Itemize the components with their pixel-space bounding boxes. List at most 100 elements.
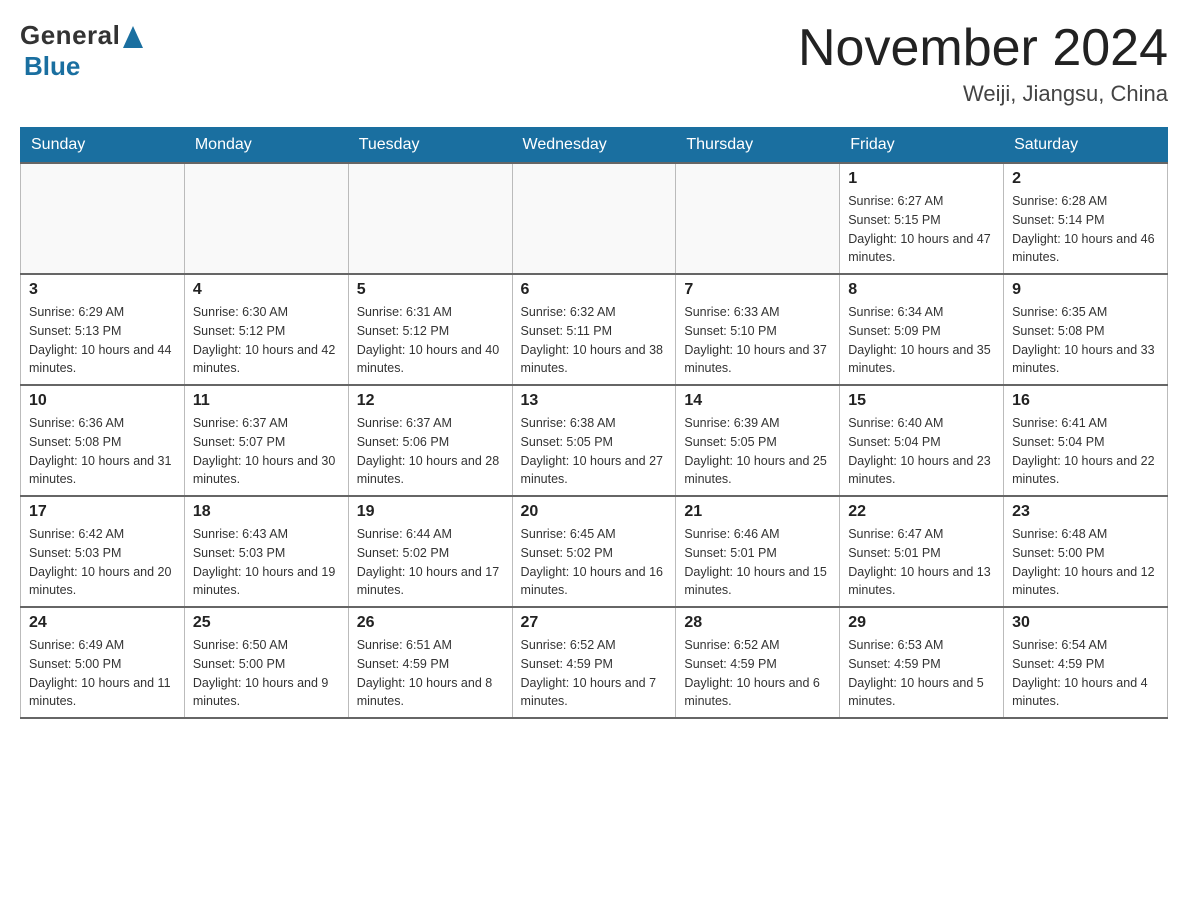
col-header-wednesday: Wednesday <box>512 128 676 164</box>
calendar-cell: 17Sunrise: 6:42 AMSunset: 5:03 PMDayligh… <box>21 496 185 607</box>
day-info: Sunrise: 6:52 AMSunset: 4:59 PMDaylight:… <box>684 636 831 711</box>
day-info: Sunrise: 6:50 AMSunset: 5:00 PMDaylight:… <box>193 636 340 711</box>
calendar-cell: 2 Sunrise: 6:28 AMSunset: 5:14 PMDaylight… <box>1004 163 1168 274</box>
day-info: Sunrise: 6:29 AMSunset: 5:13 PMDaylight:… <box>29 303 176 378</box>
day-number: 26 <box>357 614 504 632</box>
day-info: Sunrise: 6:39 AMSunset: 5:05 PMDaylight:… <box>684 414 831 489</box>
col-header-thursday: Thursday <box>676 128 840 164</box>
day-number: 13 <box>521 392 668 410</box>
day-info: Sunrise: 6:43 AMSunset: 5:03 PMDaylight:… <box>193 525 340 600</box>
day-number: 1 <box>848 170 995 188</box>
day-number: 29 <box>848 614 995 632</box>
day-number: 8 <box>848 281 995 299</box>
day-number: 6 <box>521 281 668 299</box>
calendar-cell: 3 Sunrise: 6:29 AMSunset: 5:13 PMDaylight… <box>21 274 185 385</box>
calendar-week-row: 10 Sunrise: 6:36 AMSunset: 5:08 PMDayligh… <box>21 385 1168 496</box>
day-info: Sunrise: 6:45 AMSunset: 5:02 PMDaylight:… <box>521 525 668 600</box>
day-info: Sunrise: 6:40 AMSunset: 5:04 PMDaylight:… <box>848 414 995 489</box>
day-info: Sunrise: 6:53 AMSunset: 4:59 PMDaylight:… <box>848 636 995 711</box>
calendar-cell: 11 Sunrise: 6:37 AMSunset: 5:07 PMDayligh… <box>184 385 348 496</box>
day-number: 19 <box>357 503 504 521</box>
day-info: Sunrise: 6:31 AMSunset: 5:12 PMDaylight:… <box>357 303 504 378</box>
day-number: 10 <box>29 392 176 410</box>
col-header-saturday: Saturday <box>1004 128 1168 164</box>
calendar-cell: 26 Sunrise: 6:51 AMSunset: 4:59 PMDayligh… <box>348 607 512 718</box>
col-header-tuesday: Tuesday <box>348 128 512 164</box>
day-info: Sunrise: 6:36 AMSunset: 5:08 PMDaylight:… <box>29 414 176 489</box>
calendar-week-row: 24 Sunrise: 6:49 AMSunset: 5:00 PMDayligh… <box>21 607 1168 718</box>
day-number: 23 <box>1012 503 1159 521</box>
day-info: Sunrise: 6:49 AMSunset: 5:00 PMDaylight:… <box>29 636 176 711</box>
day-info: Sunrise: 6:51 AMSunset: 4:59 PMDaylight:… <box>357 636 504 711</box>
calendar-cell: 24 Sunrise: 6:49 AMSunset: 5:00 PMDayligh… <box>21 607 185 718</box>
day-info: Sunrise: 6:30 AMSunset: 5:12 PMDaylight:… <box>193 303 340 378</box>
day-number: 12 <box>357 392 504 410</box>
calendar-week-row: 17Sunrise: 6:42 AMSunset: 5:03 PMDayligh… <box>21 496 1168 607</box>
day-number: 7 <box>684 281 831 299</box>
calendar-cell: 9 Sunrise: 6:35 AMSunset: 5:08 PMDaylight… <box>1004 274 1168 385</box>
day-number: 21 <box>684 503 831 521</box>
calendar-header-row: SundayMondayTuesdayWednesdayThursdayFrid… <box>21 128 1168 164</box>
day-number: 3 <box>29 281 176 299</box>
day-info: Sunrise: 6:44 AMSunset: 5:02 PMDaylight:… <box>357 525 504 600</box>
location-title: Weiji, Jiangsu, China <box>798 81 1168 107</box>
logo-triangle-icon <box>123 26 143 48</box>
page-header: General Blue November 2024 Weiji, Jiangs… <box>20 20 1168 107</box>
day-info: Sunrise: 6:47 AMSunset: 5:01 PMDaylight:… <box>848 525 995 600</box>
day-info: Sunrise: 6:48 AMSunset: 5:00 PMDaylight:… <box>1012 525 1159 600</box>
calendar-cell: 10 Sunrise: 6:36 AMSunset: 5:08 PMDayligh… <box>21 385 185 496</box>
day-info: Sunrise: 6:38 AMSunset: 5:05 PMDaylight:… <box>521 414 668 489</box>
day-info: Sunrise: 6:32 AMSunset: 5:11 PMDaylight:… <box>521 303 668 378</box>
calendar-cell: 22 Sunrise: 6:47 AMSunset: 5:01 PMDayligh… <box>840 496 1004 607</box>
calendar-cell: 13 Sunrise: 6:38 AMSunset: 5:05 PMDayligh… <box>512 385 676 496</box>
calendar-cell <box>676 163 840 274</box>
day-info: Sunrise: 6:41 AMSunset: 5:04 PMDaylight:… <box>1012 414 1159 489</box>
calendar-cell: 20Sunrise: 6:45 AMSunset: 5:02 PMDayligh… <box>512 496 676 607</box>
calendar-cell: 7 Sunrise: 6:33 AMSunset: 5:10 PMDaylight… <box>676 274 840 385</box>
day-info: Sunrise: 6:33 AMSunset: 5:10 PMDaylight:… <box>684 303 831 378</box>
calendar-week-row: 3 Sunrise: 6:29 AMSunset: 5:13 PMDaylight… <box>21 274 1168 385</box>
calendar-cell: 19 Sunrise: 6:44 AMSunset: 5:02 PMDayligh… <box>348 496 512 607</box>
day-number: 11 <box>193 392 340 410</box>
day-number: 22 <box>848 503 995 521</box>
day-number: 9 <box>1012 281 1159 299</box>
calendar-cell: 14Sunrise: 6:39 AMSunset: 5:05 PMDayligh… <box>676 385 840 496</box>
day-info: Sunrise: 6:37 AMSunset: 5:06 PMDaylight:… <box>357 414 504 489</box>
month-title: November 2024 <box>798 20 1168 77</box>
day-number: 30 <box>1012 614 1159 632</box>
day-number: 18 <box>193 503 340 521</box>
calendar-cell: 12 Sunrise: 6:37 AMSunset: 5:06 PMDayligh… <box>348 385 512 496</box>
calendar-cell: 25 Sunrise: 6:50 AMSunset: 5:00 PMDayligh… <box>184 607 348 718</box>
day-number: 25 <box>193 614 340 632</box>
calendar-cell <box>21 163 185 274</box>
day-info: Sunrise: 6:27 AMSunset: 5:15 PMDaylight:… <box>848 192 995 267</box>
day-number: 5 <box>357 281 504 299</box>
day-info: Sunrise: 6:28 AMSunset: 5:14 PMDaylight:… <box>1012 192 1159 267</box>
calendar-cell: 30 Sunrise: 6:54 AMSunset: 4:59 PMDayligh… <box>1004 607 1168 718</box>
day-info: Sunrise: 6:37 AMSunset: 5:07 PMDaylight:… <box>193 414 340 489</box>
calendar-cell: 8 Sunrise: 6:34 AMSunset: 5:09 PMDaylight… <box>840 274 1004 385</box>
calendar-cell: 1 Sunrise: 6:27 AMSunset: 5:15 PMDaylight… <box>840 163 1004 274</box>
calendar-cell: 5 Sunrise: 6:31 AMSunset: 5:12 PMDaylight… <box>348 274 512 385</box>
day-number: 28 <box>684 614 831 632</box>
day-number: 17 <box>29 503 176 521</box>
logo: General Blue <box>20 20 143 82</box>
calendar-cell: 28 Sunrise: 6:52 AMSunset: 4:59 PMDayligh… <box>676 607 840 718</box>
calendar-cell: 4 Sunrise: 6:30 AMSunset: 5:12 PMDaylight… <box>184 274 348 385</box>
title-area: November 2024 Weiji, Jiangsu, China <box>798 20 1168 107</box>
calendar-cell: 27Sunrise: 6:52 AMSunset: 4:59 PMDayligh… <box>512 607 676 718</box>
calendar-week-row: 1 Sunrise: 6:27 AMSunset: 5:15 PMDaylight… <box>21 163 1168 274</box>
logo-general-text: General <box>20 20 120 51</box>
day-info: Sunrise: 6:35 AMSunset: 5:08 PMDaylight:… <box>1012 303 1159 378</box>
calendar-cell: 16 Sunrise: 6:41 AMSunset: 5:04 PMDayligh… <box>1004 385 1168 496</box>
day-info: Sunrise: 6:34 AMSunset: 5:09 PMDaylight:… <box>848 303 995 378</box>
day-number: 2 <box>1012 170 1159 188</box>
day-number: 27 <box>521 614 668 632</box>
day-info: Sunrise: 6:54 AMSunset: 4:59 PMDaylight:… <box>1012 636 1159 711</box>
calendar-cell <box>184 163 348 274</box>
day-number: 24 <box>29 614 176 632</box>
day-number: 16 <box>1012 392 1159 410</box>
calendar-cell: 18 Sunrise: 6:43 AMSunset: 5:03 PMDayligh… <box>184 496 348 607</box>
calendar-cell: 21Sunrise: 6:46 AMSunset: 5:01 PMDayligh… <box>676 496 840 607</box>
day-number: 4 <box>193 281 340 299</box>
